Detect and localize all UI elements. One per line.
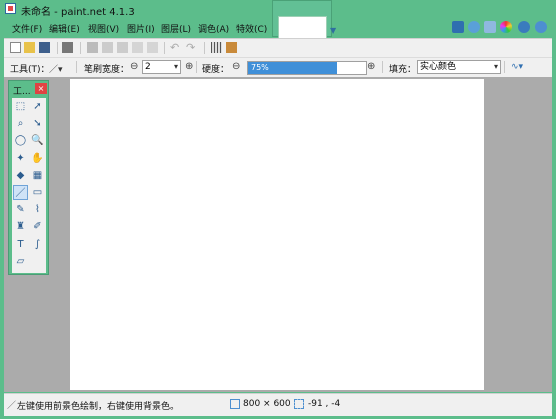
brush-width-value: 2 (145, 62, 151, 72)
toolbar-separator (164, 42, 165, 54)
menu-adjustments[interactable]: 调色(A) (198, 22, 229, 35)
menu-bar: 文件(F) 编辑(E) 视图(V) 图片(I) 图层(L) 调色(A) 特效(C… (0, 18, 272, 37)
paintbrush-icon[interactable]: ／ (13, 185, 28, 200)
brush-width-decrease-button[interactable]: ⊖ (130, 61, 138, 72)
toolbar-separator (504, 61, 505, 73)
hardness-increase-button[interactable]: ⊕ (367, 61, 375, 72)
hardness-fill: 75% (248, 62, 337, 74)
move-selection-icon[interactable]: ➚ (30, 99, 45, 114)
history-window-icon[interactable] (468, 21, 480, 33)
menu-image[interactable]: 图片(I) (127, 22, 155, 35)
save-icon[interactable] (39, 42, 50, 53)
close-icon[interactable]: × (35, 83, 47, 94)
tool-grid: ⬚ ➚ ⌕ ➘ ◯ 🔍 ✦ ✋ ◆ ▦ ／ ▭ ✎ ⌇ ♜ ✐ T ∫ ▱ (12, 98, 46, 273)
cursor-position-icon (294, 399, 304, 409)
grid-icon[interactable] (211, 42, 222, 53)
help-icon[interactable] (535, 21, 547, 33)
app-window: 未命名 - paint.net 4.1.3 文件(F) 编辑(E) 视图(V) … (0, 0, 556, 419)
color-picker-icon[interactable]: ⌇ (30, 202, 45, 217)
text-icon[interactable]: T (13, 237, 28, 252)
toolbar-separator (80, 42, 81, 54)
brush-width-increase-button[interactable]: ⊕ (185, 61, 193, 72)
antialiasing-icon[interactable]: ∿▾ (511, 62, 523, 72)
toolbar-separator (76, 61, 77, 73)
status-hint: 左键使用前景色绘制，右键使用背景色。 (17, 402, 180, 412)
gradient-icon[interactable]: ▦ (30, 168, 45, 183)
cursor-position: -91 , -4 (308, 399, 341, 409)
cut-icon[interactable] (87, 42, 98, 53)
eraser-icon[interactable]: ▭ (30, 185, 45, 200)
colors-window-icon[interactable] (500, 21, 512, 33)
fill-label: 填充： (389, 65, 417, 75)
menu-file[interactable]: 文件(F) (12, 22, 42, 35)
fill-mode-select[interactable]: 实心颜色 ▾ (417, 60, 501, 74)
tools-window: 工... × ⬚ ➚ ⌕ ➘ ◯ 🔍 ✦ ✋ ◆ ▦ ／ ▭ ✎ ⌇ ♜ ✐ T ∫ ▱ (8, 80, 49, 275)
paintbrush-status-icon: ／ (7, 401, 17, 411)
pan-icon[interactable]: ✋ (30, 151, 45, 166)
rectangle-select-icon[interactable]: ⬚ (13, 99, 28, 114)
line-curve-icon[interactable]: ∫ (30, 237, 45, 252)
menu-effects[interactable]: 特效(C) (236, 22, 267, 35)
open-icon[interactable] (24, 42, 35, 53)
redo-icon[interactable]: ↷ (186, 42, 197, 53)
paintnet-app-icon[interactable] (5, 3, 16, 14)
move-selected-icon[interactable]: ➘ (30, 116, 45, 131)
ruler-icon[interactable] (226, 42, 237, 53)
paint-bucket-icon[interactable]: ◆ (13, 168, 28, 183)
menu-layers[interactable]: 图层(L) (161, 22, 191, 35)
zoom-icon[interactable]: 🔍 (30, 133, 45, 148)
tool-options-bar: 工具(T)： ／▾ 笔刷宽度： ⊖ 2 ▾ ⊕ 硬度： ⊖ 75% ⊕ 填充： … (4, 57, 552, 77)
chevron-down-icon: ▾ (173, 62, 178, 71)
main-toolbar: ↶ ↷ (4, 38, 552, 57)
new-icon[interactable] (10, 42, 21, 53)
menu-edit[interactable]: 编辑(E) (49, 22, 80, 35)
chevron-down-icon: ▾ (493, 62, 498, 71)
pencil-icon[interactable]: ✎ (13, 202, 28, 217)
hardness-slider[interactable]: 75% (247, 61, 367, 75)
ellipse-select-icon[interactable]: ◯ (13, 133, 28, 148)
print-icon[interactable] (62, 42, 73, 53)
tool-label: 工具(T)： (10, 65, 50, 75)
drawing-canvas[interactable] (70, 79, 484, 390)
tools-window-title: 工... (13, 87, 31, 97)
image-size: 800 × 600 (243, 399, 291, 409)
crop-icon[interactable] (132, 42, 143, 53)
deselect-icon[interactable] (147, 42, 158, 53)
chevron-down-icon[interactable]: ▼ (330, 26, 336, 35)
toolbar-separator (196, 61, 197, 73)
window-title: 未命名 - paint.net 4.1.3 (21, 7, 135, 18)
layers-window-icon[interactable] (484, 21, 496, 33)
paste-icon[interactable] (117, 42, 128, 53)
hardness-label: 硬度： (202, 65, 230, 75)
menu-view[interactable]: 视图(V) (88, 22, 119, 35)
brush-width-select[interactable]: 2 ▾ (142, 60, 181, 74)
image-size-icon (230, 399, 240, 409)
current-tool-icon[interactable]: ／▾ (49, 62, 63, 75)
gear-icon[interactable] (518, 21, 530, 33)
status-bar: ／ 左键使用前景色绘制，右键使用背景色。 800 × 600 -91 , -4 (4, 393, 552, 416)
undo-icon[interactable]: ↶ (170, 42, 181, 53)
clone-stamp-icon[interactable]: ♜ (13, 219, 28, 234)
recolor-icon[interactable]: ✐ (30, 219, 45, 234)
tools-window-icon[interactable] (452, 21, 464, 33)
hardness-decrease-button[interactable]: ⊖ (232, 61, 240, 72)
toolbar-separator (204, 42, 205, 54)
magic-wand-icon[interactable]: ✦ (13, 151, 28, 166)
fill-mode-value: 实心颜色 (420, 62, 457, 72)
toolbar-separator (57, 42, 58, 54)
brush-width-label: 笔刷宽度： (84, 65, 130, 75)
copy-icon[interactable] (102, 42, 113, 53)
lasso-select-icon[interactable]: ⌕ (13, 116, 28, 131)
toolbar-separator (382, 61, 383, 73)
shapes-icon[interactable]: ▱ (13, 254, 28, 269)
